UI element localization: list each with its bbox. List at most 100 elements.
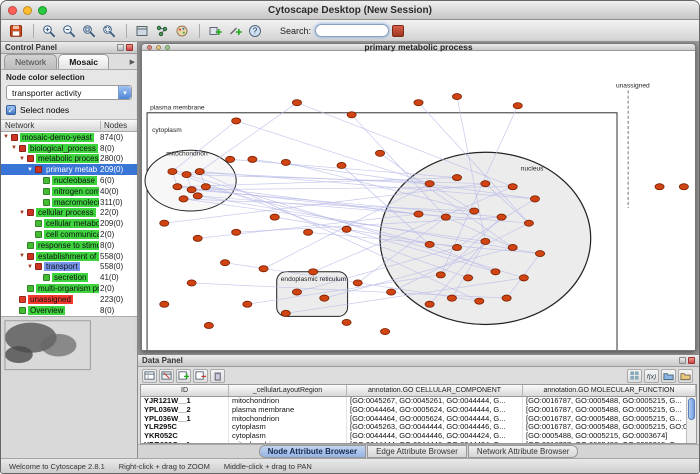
tree-row-response-to-stimu[interactable]: response to stimu8(0) (1, 240, 137, 251)
network-node[interactable] (220, 260, 229, 266)
network-node[interactable] (491, 269, 500, 275)
birds-eye-view[interactable] (1, 316, 137, 458)
network-node[interactable] (387, 289, 396, 295)
hide-selected-icon[interactable] (133, 22, 151, 40)
network-node[interactable] (414, 211, 423, 217)
tree-row-metabolic-process[interactable]: ▼metabolic process280(0) (1, 154, 137, 165)
network-node[interactable] (248, 157, 257, 163)
network-node[interactable] (182, 172, 191, 178)
network-node[interactable] (452, 245, 461, 251)
network-node[interactable] (679, 184, 688, 190)
expand-arrow-icon[interactable]: ▼ (27, 264, 35, 270)
network-node[interactable] (347, 112, 356, 118)
network-node[interactable] (414, 100, 423, 106)
trash-icon[interactable] (210, 369, 225, 383)
network-node[interactable] (513, 103, 522, 109)
network-node[interactable] (187, 187, 196, 193)
network-frame-titlebar[interactable]: primary metabolic process (142, 44, 695, 51)
network-node[interactable] (201, 184, 210, 190)
network-node[interactable] (337, 163, 346, 169)
network-node[interactable] (160, 301, 169, 307)
network-node[interactable] (304, 229, 313, 235)
function-builder-icon[interactable]: f(x) (644, 369, 659, 383)
table-row[interactable]: YPL036W__2plasma membrane[GO:0044464, GO… (141, 406, 696, 415)
matrix-icon[interactable] (627, 369, 642, 383)
network-node[interactable] (187, 280, 196, 286)
network-node[interactable] (204, 323, 213, 329)
network-node[interactable] (195, 169, 204, 175)
network-node[interactable] (436, 272, 445, 278)
network-node[interactable] (530, 196, 539, 202)
tree-row-cell-communica[interactable]: cell communica2(0) (1, 229, 137, 240)
table-row[interactable]: YJR121W__1mitochondrion[GO:0045267, GO:0… (141, 397, 696, 406)
network-node[interactable] (535, 251, 544, 257)
tab-mosaic[interactable]: Mosaic (58, 54, 109, 69)
tree-row-nitrogen-compo[interactable]: nitrogen compo40(0) (1, 186, 137, 197)
expand-arrow-icon[interactable]: ▼ (19, 210, 27, 216)
delete-attribute-icon[interactable] (193, 369, 208, 383)
tree-row-transport[interactable]: ▼transport558(0) (1, 262, 137, 273)
network-node[interactable] (519, 275, 528, 281)
network-node[interactable] (292, 100, 301, 106)
tree-row-secretion[interactable]: secretion41(0) (1, 272, 137, 283)
network-node[interactable] (193, 236, 202, 242)
tree-row-establishment-of-lo[interactable]: ▼establishment of lo558(0) (1, 251, 137, 262)
close-data-panel-icon[interactable] (688, 357, 695, 364)
tree-row-biological-process[interactable]: ▼biological_process8(0) (1, 143, 137, 154)
scrollbar-thumb[interactable] (688, 398, 695, 420)
tree-row-unassigned[interactable]: unassigned223(0) (1, 294, 137, 305)
network-edge[interactable] (206, 187, 419, 214)
expand-arrow-icon[interactable]: ▼ (19, 253, 27, 259)
vizmapper-icon[interactable] (173, 22, 191, 40)
zoom-selected-icon[interactable] (80, 22, 98, 40)
table-row[interactable]: YPL036W__1mitochondrion[GO:0044464, GO:0… (141, 415, 696, 424)
close-panel-icon[interactable] (126, 44, 133, 51)
select-all-attributes-icon[interactable] (142, 369, 157, 383)
expand-arrow-icon[interactable]: ▼ (27, 167, 35, 173)
network-node[interactable] (173, 184, 182, 190)
network-node[interactable] (502, 295, 511, 301)
new-attribute-icon[interactable] (176, 369, 191, 383)
tree-row-mosaic-demo-yeast[interactable]: ▼mosaic-demo-yeast874(0) (1, 132, 137, 143)
zoom-in-icon[interactable] (40, 22, 58, 40)
float-data-panel-icon[interactable] (679, 357, 686, 364)
tab-overflow-icon[interactable]: ▶ (130, 58, 135, 66)
network-node[interactable] (425, 181, 434, 187)
network-node[interactable] (508, 245, 517, 251)
network-node[interactable] (160, 220, 169, 226)
network-node[interactable] (481, 239, 490, 245)
help-icon[interactable]: ? (246, 22, 264, 40)
table-column-header[interactable]: annotation.GO CELLULAR_COMPONENT (347, 385, 523, 397)
table-scrollbar[interactable] (686, 397, 696, 443)
network-node[interactable] (309, 269, 318, 275)
network-node[interactable] (464, 275, 473, 281)
table-column-header[interactable]: annotation.GO MOLECULAR_FUNCTION (523, 385, 696, 397)
add-edge-icon[interactable] (226, 22, 244, 40)
table-column-header[interactable]: ID (141, 385, 229, 397)
tab-network-attribute-browser[interactable]: Network Attribute Browser (468, 445, 578, 458)
tab-edge-attribute-browser[interactable]: Edge Attribute Browser (367, 445, 467, 458)
tree-row-nucleobase[interactable]: nucleobase6(0) (1, 175, 137, 186)
tree-row-cellular-process[interactable]: ▼cellular process22(0) (1, 208, 137, 219)
network-node[interactable] (481, 181, 490, 187)
network-canvas-svg[interactable]: plasma membranecytoplasmmitochondrionnuc… (142, 51, 695, 350)
network-node[interactable] (232, 118, 241, 124)
network-node[interactable] (353, 280, 362, 286)
network-node[interactable] (452, 175, 461, 181)
network-node[interactable] (342, 226, 351, 232)
expand-arrow-icon[interactable]: ▼ (19, 156, 27, 162)
tree-row-overview[interactable]: Overview8(0) (1, 305, 137, 316)
network-node[interactable] (375, 150, 384, 156)
add-node-icon[interactable] (206, 22, 224, 40)
expand-arrow-icon[interactable]: ▼ (11, 145, 19, 151)
network-node[interactable] (226, 157, 235, 163)
network-node[interactable] (168, 169, 177, 175)
unselect-all-attributes-icon[interactable] (159, 369, 174, 383)
zoom-out-icon[interactable] (60, 22, 78, 40)
import-network-icon[interactable] (678, 369, 693, 383)
zoom-fit-icon[interactable] (100, 22, 118, 40)
network-node[interactable] (497, 214, 506, 220)
color-attribute-select[interactable]: transporter activity ▾ (6, 85, 132, 100)
network-node[interactable] (193, 193, 202, 199)
table-row[interactable]: YKR052Ccytoplasm[GO:0044444, GO:0044446,… (141, 432, 696, 441)
